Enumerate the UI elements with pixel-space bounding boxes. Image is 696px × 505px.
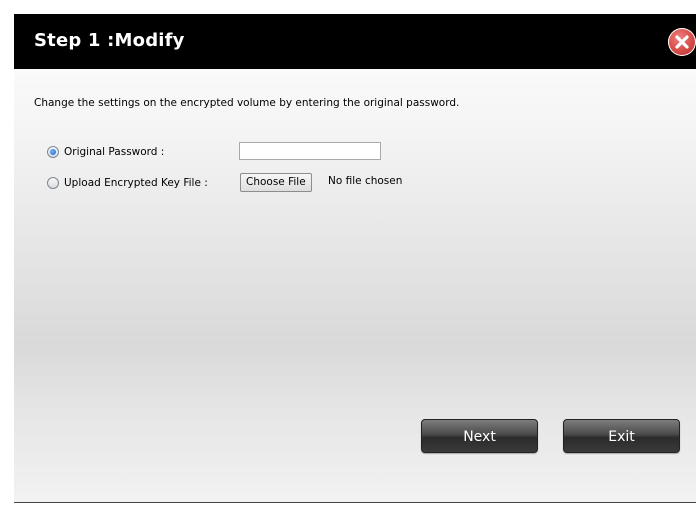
exit-button[interactable]: Exit <box>563 419 680 453</box>
choose-file-button[interactable]: Choose File <box>240 173 312 192</box>
option-upload-key-file[interactable]: Upload Encrypted Key File : <box>47 174 208 192</box>
dialog-title: Step 1 :Modify <box>34 30 185 51</box>
next-button[interactable]: Next <box>421 419 538 453</box>
original-password-label: Original Password : <box>64 146 165 158</box>
original-password-input[interactable] <box>239 142 381 160</box>
file-status-text: No file chosen <box>328 175 403 187</box>
upload-key-file-label: Upload Encrypted Key File : <box>64 177 208 189</box>
original-password-radio[interactable] <box>47 146 59 158</box>
close-icon[interactable] <box>668 28 696 56</box>
description-text: Change the settings on the encrypted vol… <box>34 97 460 109</box>
dialog-titlebar: Step 1 :Modify <box>14 14 696 69</box>
option-original-password[interactable]: Original Password : <box>47 143 164 161</box>
modify-dialog: Step 1 :Modify Change the settings on th… <box>14 14 696 503</box>
upload-key-file-radio[interactable] <box>47 177 59 189</box>
